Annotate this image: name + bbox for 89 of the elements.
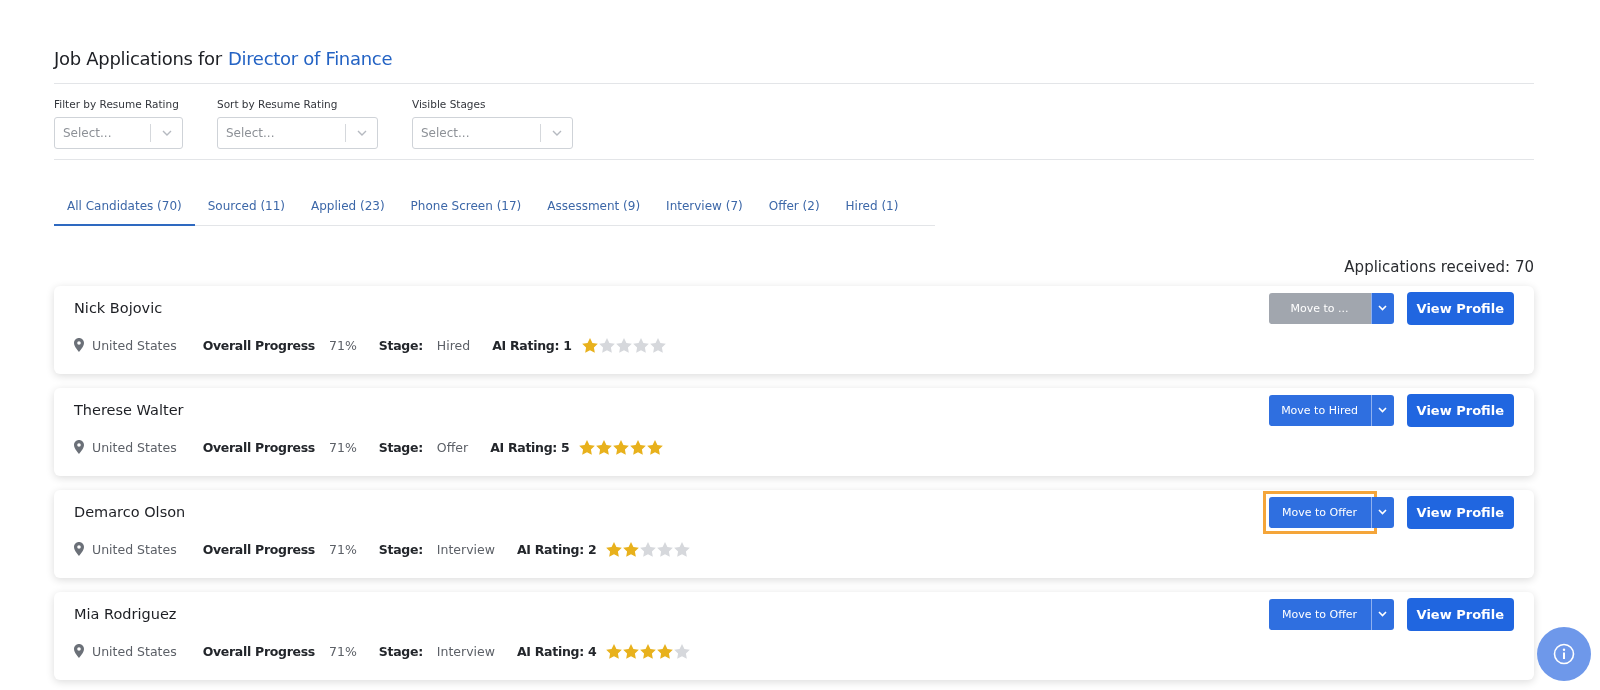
candidate-name: Nick Bojovic xyxy=(74,300,163,316)
chevron-down-icon xyxy=(1378,611,1388,617)
stage-label: Stage: xyxy=(378,337,423,353)
progress-label: Overall Progress xyxy=(202,643,315,659)
stage-tab[interactable]: Assessment (9) xyxy=(534,186,654,226)
progress-value: 71% xyxy=(329,643,357,659)
star-icon xyxy=(640,541,657,557)
stage-value: Offer xyxy=(436,439,469,455)
location-pin-icon xyxy=(74,440,84,454)
progress-value: 71% xyxy=(329,541,357,557)
chevron-down-icon xyxy=(162,130,172,136)
star-icon xyxy=(606,643,623,659)
page-title: Job Applications for xyxy=(54,48,222,69)
view-profile-button[interactable]: View Profile xyxy=(1406,597,1514,631)
move-button[interactable]: Move to Hired xyxy=(1268,394,1371,426)
info-icon xyxy=(1553,643,1575,665)
location-pin-icon xyxy=(74,644,84,658)
dropdown-button[interactable] xyxy=(1370,292,1394,324)
stage-label: Stage: xyxy=(378,541,423,557)
select-field[interactable]: Select... xyxy=(412,117,573,149)
candidate-name: Demarco Olson xyxy=(74,504,186,520)
star-icon xyxy=(647,439,664,455)
star-icon xyxy=(623,541,640,557)
select-field[interactable]: Select... xyxy=(54,117,183,149)
stage-tab[interactable]: Sourced (11) xyxy=(194,186,299,226)
dropdown-button[interactable] xyxy=(1370,598,1394,630)
rating-label: AI Rating: 1 xyxy=(492,337,572,353)
job-title: Director of Finance xyxy=(227,48,393,69)
progress-label: Overall Progress xyxy=(202,541,315,557)
chevron-down-icon xyxy=(1378,305,1388,311)
location-text: United States xyxy=(92,643,177,659)
star-icon xyxy=(596,439,613,455)
stage-label: Stage: xyxy=(378,439,423,455)
filter-label: Visible Stages xyxy=(412,98,487,110)
star-icon xyxy=(598,337,615,353)
rating-label: AI Rating: 4 xyxy=(517,643,597,659)
dropdown-button[interactable] xyxy=(1370,394,1394,426)
star-icon xyxy=(579,439,596,455)
chevron-down-icon xyxy=(1378,407,1388,413)
info-button[interactable] xyxy=(1537,627,1591,681)
stage-value: Interview xyxy=(436,643,495,659)
location-text: United States xyxy=(92,337,177,353)
filter-label: Sort by Resume Rating xyxy=(217,98,339,110)
location-pin-icon xyxy=(74,338,84,352)
star-icon xyxy=(606,541,623,557)
star-icon xyxy=(657,541,674,557)
stage-tab[interactable]: Applied (23) xyxy=(298,186,398,226)
star-icon xyxy=(632,337,649,353)
star-icon xyxy=(613,439,630,455)
stage-tab[interactable]: Hired (1) xyxy=(832,186,912,226)
star-icon xyxy=(674,541,691,557)
progress-value: 71% xyxy=(329,337,357,353)
view-profile-button[interactable]: View Profile xyxy=(1406,393,1514,427)
star-icon xyxy=(630,439,647,455)
chevron-down-icon xyxy=(552,130,562,136)
stage-value: Hired xyxy=(436,337,471,353)
view-profile-button[interactable]: View Profile xyxy=(1406,495,1514,529)
view-profile-button[interactable]: View Profile xyxy=(1406,291,1514,325)
progress-value: 71% xyxy=(329,439,357,455)
star-icon xyxy=(649,337,666,353)
location-text: United States xyxy=(92,439,177,455)
stage-tab[interactable]: All Candidates (70) xyxy=(54,186,195,226)
chevron-down-icon xyxy=(357,130,367,136)
dropdown-button[interactable] xyxy=(1370,496,1394,528)
progress-label: Overall Progress xyxy=(202,337,315,353)
star-icon xyxy=(581,337,598,353)
location-pin-icon xyxy=(74,542,84,556)
stage-tab[interactable]: Phone Screen (17) xyxy=(397,186,535,226)
candidate-name: Mia Rodriguez xyxy=(74,606,177,622)
rating-label: AI Rating: 2 xyxy=(517,541,597,557)
stage-tab[interactable]: Offer (2) xyxy=(755,186,833,226)
star-icon xyxy=(657,643,674,659)
applications-count: Applications received: 70 xyxy=(1344,258,1534,276)
move-button[interactable]: Move to Offer xyxy=(1268,598,1371,630)
star-icon xyxy=(674,643,691,659)
select-field[interactable]: Select... xyxy=(217,117,378,149)
filter-label: Filter by Resume Rating xyxy=(54,98,180,110)
chevron-down-icon xyxy=(1378,509,1388,515)
stage-label: Stage: xyxy=(378,643,423,659)
location-text: United States xyxy=(92,541,177,557)
star-icon xyxy=(640,643,657,659)
star-icon xyxy=(623,643,640,659)
star-icon xyxy=(615,337,632,353)
stage-value: Interview xyxy=(436,541,495,557)
stage-tab[interactable]: Interview (7) xyxy=(653,186,756,226)
progress-label: Overall Progress xyxy=(202,439,315,455)
candidate-name: Therese Walter xyxy=(74,402,184,418)
move-button[interactable]: Move to Offer xyxy=(1268,496,1371,528)
rating-label: AI Rating: 5 xyxy=(490,439,570,455)
